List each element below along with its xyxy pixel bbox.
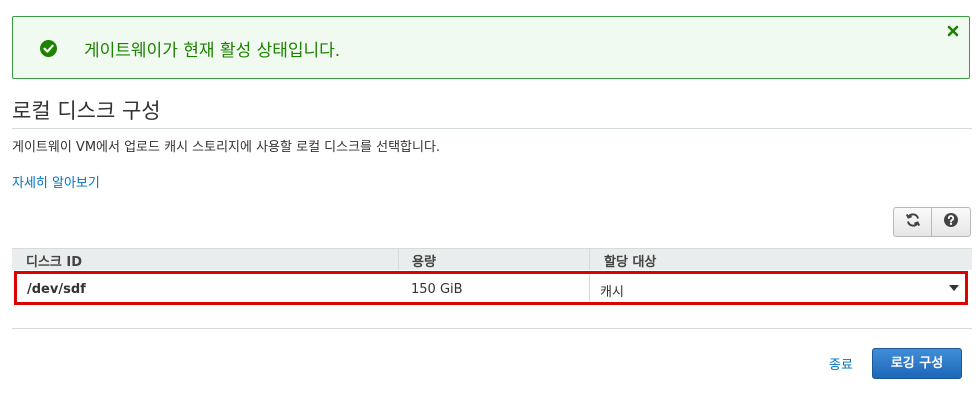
column-header-disk-id[interactable]: 디스크 ID: [26, 251, 82, 270]
help-icon: [943, 212, 959, 232]
column-divider: [589, 249, 590, 270]
close-icon[interactable]: [946, 23, 960, 37]
table-header: 디스크 ID 용량 할당 대상: [12, 248, 972, 270]
column-header-capacity[interactable]: 용량: [412, 251, 436, 270]
refresh-button[interactable]: [893, 207, 931, 237]
table-toolbar: [893, 207, 971, 237]
allocation-select-value: 캐시: [600, 285, 624, 300]
allocation-select[interactable]: 캐시: [589, 274, 962, 302]
help-button[interactable]: [931, 207, 971, 237]
learn-more-link[interactable]: 자세히 알아보기: [12, 172, 100, 191]
section-description: 게이트웨이 VM에서 업로드 캐시 스토리지에 사용할 로컬 디스크를 선택합니…: [12, 140, 441, 155]
divider: [12, 128, 972, 129]
column-divider: [398, 249, 399, 270]
section-title: 로컬 디스크 구성: [12, 99, 161, 123]
divider: [12, 328, 972, 329]
banner-message: 게이트웨이가 현재 활성 상태입니다.: [84, 41, 341, 61]
disk-id-cell: /dev/sdf: [27, 282, 86, 297]
cancel-button[interactable]: 종료: [829, 354, 853, 373]
success-banner: 게이트웨이가 현재 활성 상태입니다.: [12, 16, 970, 79]
refresh-icon: [905, 212, 921, 232]
page: 게이트웨이가 현재 활성 상태입니다. 로컬 디스크 구성 게이트웨이 VM에서…: [0, 0, 980, 400]
check-circle-icon: [40, 40, 57, 57]
table-row[interactable]: /dev/sdf 150 GiB 캐시: [14, 271, 968, 305]
column-header-allocation[interactable]: 할당 대상: [604, 251, 656, 270]
configure-logging-button[interactable]: 로깅 구성: [872, 348, 962, 379]
chevron-down-icon: [949, 285, 959, 291]
capacity-cell: 150 GiB: [411, 282, 463, 297]
